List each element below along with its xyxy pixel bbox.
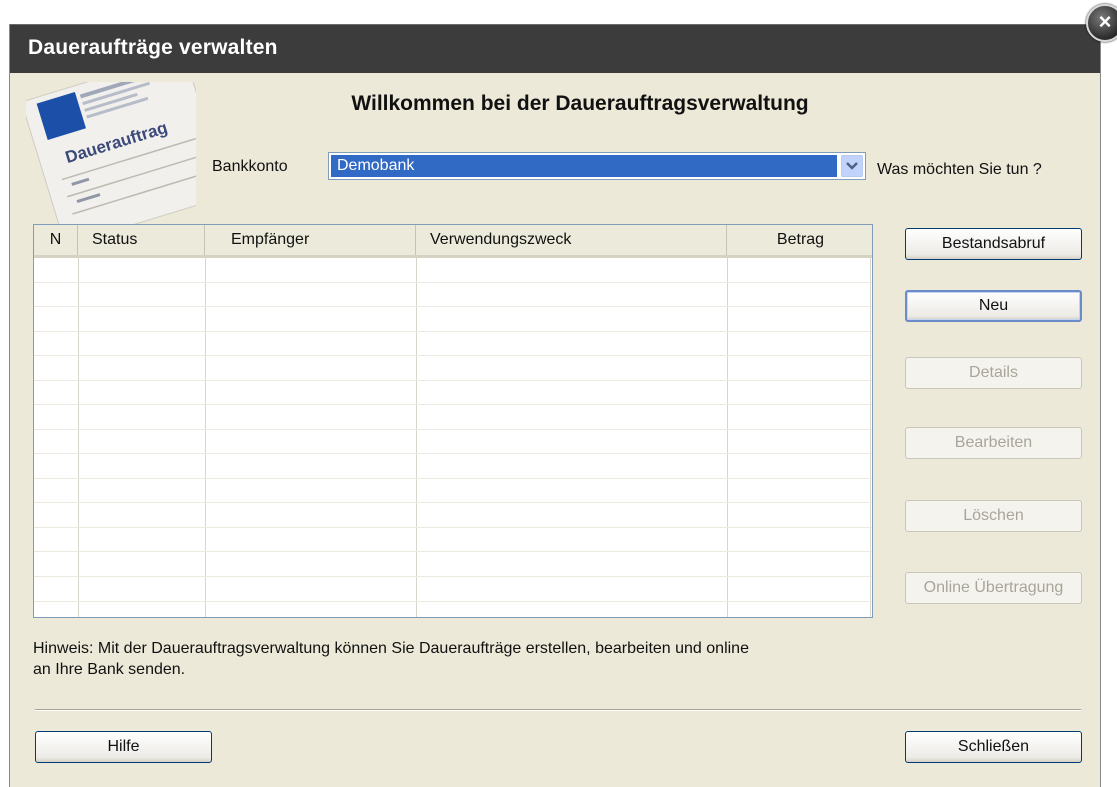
grid-col-line xyxy=(870,258,871,617)
bank-account-label: Bankkonto xyxy=(212,158,288,175)
bestandsabruf-button[interactable]: Bestandsabruf xyxy=(905,228,1082,260)
close-button[interactable]: × xyxy=(1086,4,1117,42)
grid-row-line xyxy=(34,601,872,602)
grid-row-line xyxy=(34,429,872,430)
window-title: Daueraufträge verwalten xyxy=(28,36,278,59)
grid-row-line xyxy=(34,551,872,552)
details-button[interactable]: Details xyxy=(905,357,1082,389)
online-transfer-button[interactable]: Online Übertragung xyxy=(905,572,1082,604)
standing-order-illustration: Dauerauftrag xyxy=(26,82,196,224)
grid-row-line xyxy=(34,502,872,503)
chevron-down-icon xyxy=(846,162,858,170)
grid-row-line xyxy=(34,478,872,479)
grid-col-line xyxy=(205,258,206,617)
hint-line-2: an Ihre Bank senden. xyxy=(33,661,186,678)
close-icon: × xyxy=(1098,9,1112,34)
close-dialog-button[interactable]: Schließen xyxy=(905,731,1082,763)
action-prompt: Was möchten Sie tun ? xyxy=(877,161,1042,178)
hint-text: Hinweis: Mit der Dauerauftragsverwaltung… xyxy=(33,638,893,680)
help-button[interactable]: Hilfe xyxy=(35,731,212,763)
column-header-status[interactable]: Status xyxy=(78,225,205,255)
grid-row-line xyxy=(34,306,872,307)
table-header: N Status Empfänger Verwendungszweck Betr… xyxy=(34,225,872,258)
grid-row-line xyxy=(34,404,872,405)
dropdown-button[interactable] xyxy=(841,155,863,177)
grid-row-line xyxy=(34,282,872,283)
column-header-recipient[interactable]: Empfänger xyxy=(205,225,416,255)
column-header-n[interactable]: N xyxy=(34,225,78,255)
footer-separator xyxy=(35,709,1081,711)
grid-col-line xyxy=(78,258,79,617)
bank-account-select[interactable]: Demobank xyxy=(328,152,866,180)
delete-button[interactable]: Löschen xyxy=(905,500,1082,532)
new-button[interactable]: Neu xyxy=(905,290,1082,322)
title-bar[interactable]: Daueraufträge verwalten xyxy=(10,24,1100,73)
grid-row-line xyxy=(34,453,872,454)
grid-row-line xyxy=(34,380,872,381)
bank-account-selected-value: Demobank xyxy=(331,155,837,177)
edit-button[interactable]: Bearbeiten xyxy=(905,427,1082,459)
column-header-amount[interactable]: Betrag xyxy=(727,225,872,255)
grid-col-line xyxy=(416,258,417,617)
grid-row-line xyxy=(34,355,872,356)
grid-row-line xyxy=(34,527,872,528)
welcome-heading: Willkommen bei der Dauerauftragsverwaltu… xyxy=(351,92,809,115)
hint-line-1: Hinweis: Mit der Dauerauftragsverwaltung… xyxy=(33,640,749,657)
grid-col-line xyxy=(727,258,728,617)
standing-orders-table[interactable]: N Status Empfänger Verwendungszweck Betr… xyxy=(33,224,873,618)
grid-row-line xyxy=(34,331,872,332)
grid-row-line xyxy=(34,576,872,577)
column-header-purpose[interactable]: Verwendungszweck xyxy=(416,225,727,255)
